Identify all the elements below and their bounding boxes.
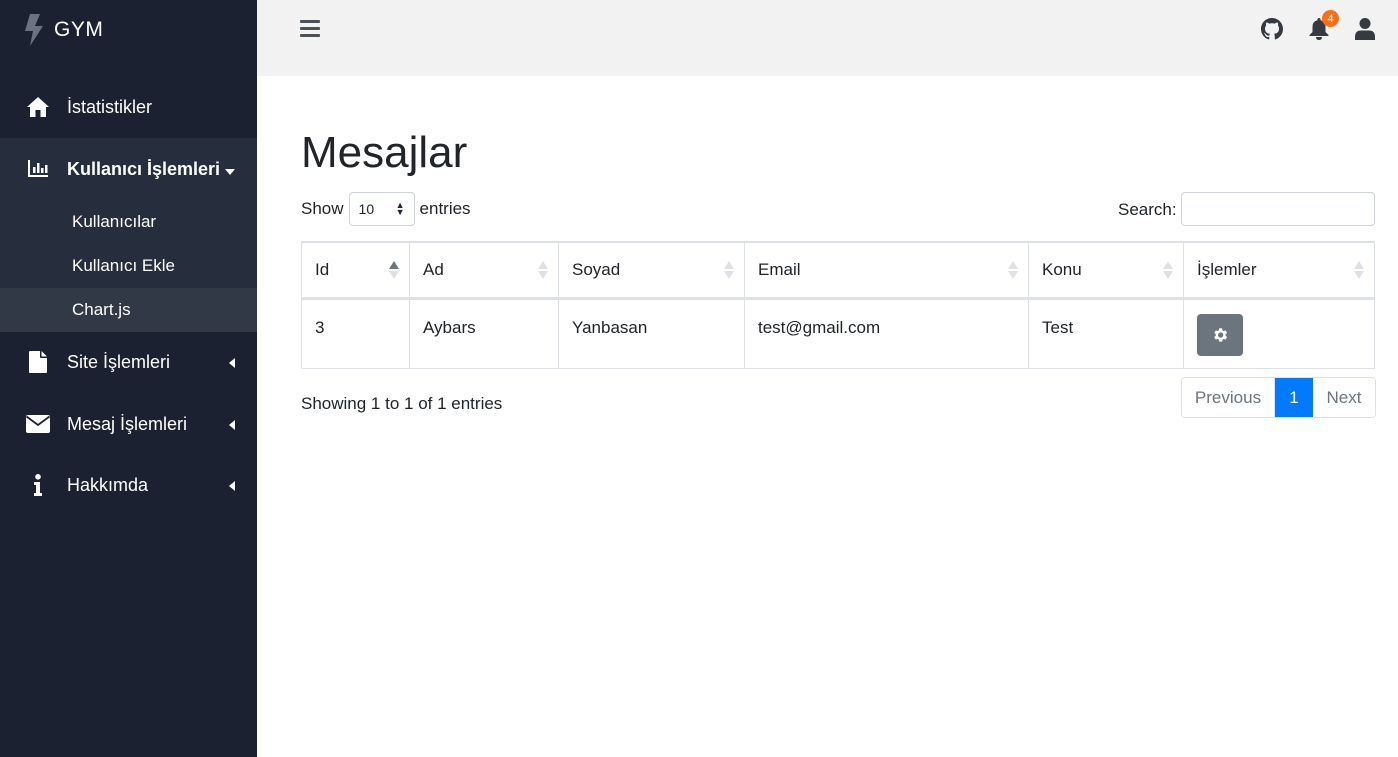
next-page-button[interactable]: Next	[1313, 378, 1375, 417]
column-header-label: İşlemler	[1197, 259, 1257, 279]
page-1-button[interactable]: 1	[1275, 378, 1313, 417]
sidebar-subitem-label: Kullanıcı Ekle	[72, 256, 175, 275]
topbar: 4	[257, 0, 1398, 76]
messages-table: Id Ad Soyad Email Konu İşlemler 3 Aybars…	[301, 241, 1375, 369]
column-header-id[interactable]: Id	[301, 241, 410, 300]
cell-soyad: Yanbasan	[558, 297, 745, 369]
column-header-label: Konu	[1042, 259, 1082, 279]
table-info: Showing 1 to 1 of 1 entries	[301, 394, 503, 413]
sidebar-subitem-kullanicilar[interactable]: Kullanıcılar	[0, 200, 257, 244]
sidebar-item-label: Site İşlemleri	[67, 351, 171, 372]
page-length-control: Show 10 ▲ ▼ entries	[301, 192, 471, 226]
table-header-row: Id Ad Soyad Email Konu İşlemler	[301, 241, 1375, 300]
caret-left-icon	[229, 414, 235, 435]
previous-page-button[interactable]: Previous	[1182, 378, 1275, 417]
sort-icon	[724, 261, 734, 279]
sidebar-item-mesaj-islemleri[interactable]: Mesaj İşlemleri	[0, 400, 257, 448]
sidebar-item-kullanici-islemleri[interactable]: Kullanıcı İşlemleri	[0, 138, 257, 200]
caret-left-icon	[229, 475, 235, 496]
sidebar-subitem-label: Chart.js	[72, 300, 131, 319]
sidebar: GYM İstatistikler Kullanıcı İşlemleri Ku…	[0, 0, 257, 757]
pagination: Previous 1 Next	[1181, 377, 1376, 418]
column-header-ad[interactable]: Ad	[409, 241, 559, 300]
brand-name: GYM	[54, 18, 104, 41]
sidebar-subitem-label: Kullanıcılar	[72, 212, 157, 231]
search-input[interactable]	[1181, 192, 1375, 226]
caret-down-icon	[225, 159, 235, 180]
sidebar-item-label: İstatistikler	[67, 96, 153, 117]
cell-id: 3	[301, 297, 410, 369]
select-arrows-icon: ▲ ▼	[395, 200, 405, 217]
user-icon[interactable]	[1353, 17, 1377, 41]
sort-icon	[1163, 261, 1173, 279]
caret-left-icon	[229, 352, 235, 373]
entries-label: entries	[419, 199, 471, 218]
sidebar-item-label: Mesaj İşlemleri	[67, 413, 188, 434]
page-length-select[interactable]: 10 ▲ ▼	[348, 192, 415, 226]
notification-count-badge: 4	[1322, 10, 1339, 27]
sort-asc-icon	[389, 261, 399, 279]
cell-ad: Aybars	[409, 297, 559, 369]
sidebar-item-site-islemleri[interactable]: Site İşlemleri	[0, 338, 257, 386]
gear-icon	[1214, 327, 1228, 342]
menu-toggle-icon[interactable]	[300, 20, 320, 40]
page-title: Mesajlar	[301, 128, 468, 177]
cell-actions	[1183, 297, 1375, 369]
brand[interactable]: GYM	[0, 0, 257, 60]
sidebar-item-label: Hakkımda	[67, 474, 149, 495]
github-icon[interactable]	[1260, 17, 1284, 41]
sidebar-item-hakkimda[interactable]: Hakkımda	[0, 461, 257, 509]
column-header-label: Id	[315, 259, 330, 279]
sidebar-subitem-chartjs[interactable]: Chart.js	[0, 288, 257, 332]
sort-icon	[538, 261, 548, 279]
chart-icon	[26, 157, 50, 181]
sort-icon	[1008, 261, 1018, 279]
show-label: Show	[301, 199, 344, 218]
envelope-icon	[26, 412, 50, 436]
sort-icon	[1354, 261, 1364, 279]
cell-email: test@gmail.com	[744, 297, 1029, 369]
cell-konu: Test	[1028, 297, 1184, 369]
info-icon	[26, 473, 50, 497]
sidebar-item-label: Kullanıcı İşlemleri	[67, 158, 221, 179]
bolt-icon	[24, 14, 44, 46]
sidebar-subitem-kullanici-ekle[interactable]: Kullanıcı Ekle	[0, 244, 257, 288]
column-header-konu[interactable]: Konu	[1028, 241, 1184, 300]
page-length-value: 10	[358, 201, 375, 217]
column-header-email[interactable]: Email	[744, 241, 1029, 300]
column-header-islemler[interactable]: İşlemler	[1183, 241, 1375, 300]
search-label: Search:	[1118, 200, 1177, 219]
column-header-label: Ad	[423, 259, 444, 279]
sidebar-item-istatistikler[interactable]: İstatistikler	[0, 83, 257, 131]
table-row: 3 Aybars Yanbasan test@gmail.com Test	[301, 297, 1375, 369]
home-icon	[26, 95, 50, 119]
column-header-label: Email	[758, 259, 801, 279]
column-header-label: Soyad	[572, 259, 621, 279]
settings-button[interactable]	[1197, 313, 1243, 356]
file-icon	[26, 350, 50, 374]
column-header-soyad[interactable]: Soyad	[558, 241, 745, 300]
